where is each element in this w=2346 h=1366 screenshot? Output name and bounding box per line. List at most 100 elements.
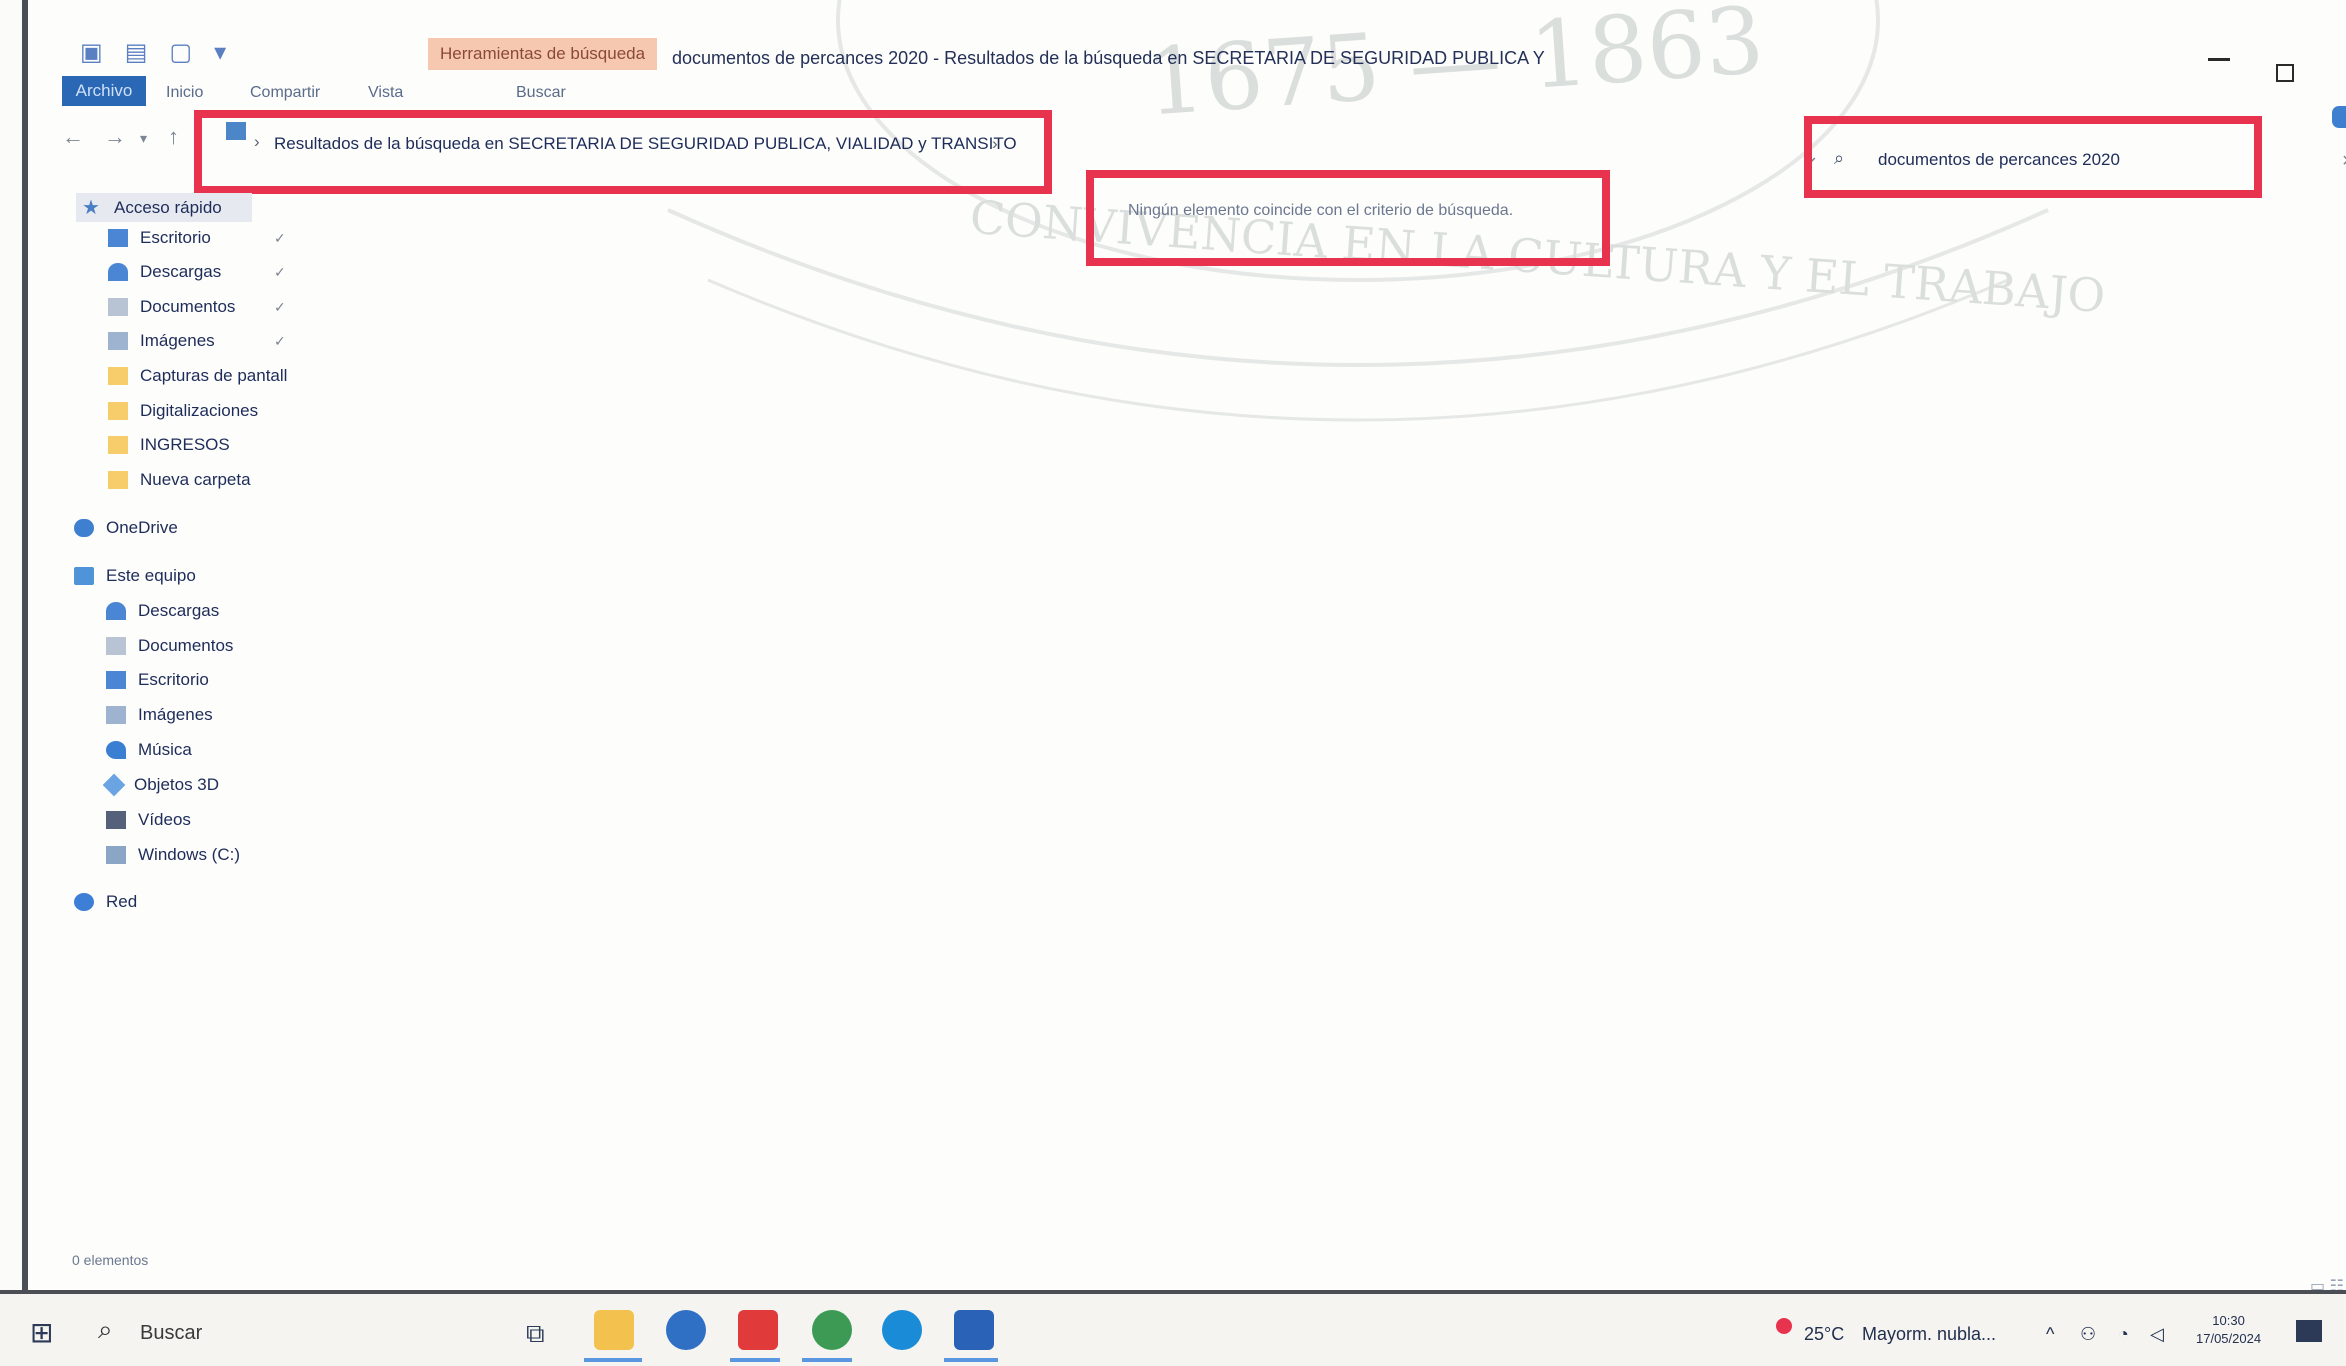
pictures-icon (106, 706, 126, 724)
taskbar-search-label[interactable]: Buscar (140, 1322, 202, 1345)
windows-start-icon[interactable]: ⊞ (30, 1316, 53, 1349)
customize-toolbar-icon[interactable]: ▾ (214, 38, 226, 67)
folder-icon (108, 367, 128, 385)
sidebar-item-pictures[interactable]: Imágenes (108, 331, 215, 351)
sidebar-item-quick-access[interactable]: ★ Acceso rápido (76, 193, 252, 222)
sidebar-item-downloads[interactable]: Descargas (108, 262, 221, 282)
sidebar-item-pc-drive-c[interactable]: Windows (C:) (106, 845, 240, 865)
sidebar-item-this-pc[interactable]: Este equipo (74, 566, 196, 586)
weather-icon[interactable] (1776, 1318, 1792, 1334)
sidebar-item-label: Imágenes (140, 331, 215, 350)
tab-file[interactable]: Archivo (62, 76, 146, 106)
sidebar-item-label: Escritorio (140, 228, 211, 247)
window-title: documentos de percances 2020 - Resultado… (672, 48, 1545, 68)
pin-icon: ✓ (274, 230, 286, 246)
breadcrumb-end-separator[interactable]: › (992, 134, 998, 154)
folder-icon (108, 436, 128, 454)
pin-icon: ✓ (274, 264, 286, 280)
sidebar-item-pc-downloads[interactable]: Descargas (106, 601, 219, 621)
tab-search[interactable]: Buscar (516, 84, 566, 102)
task-view-icon[interactable]: ⧉ (526, 1318, 545, 1350)
sidebar-item-label: Capturas de pantall (140, 366, 288, 385)
new-folder-icon[interactable]: ▢ (169, 38, 192, 67)
address-breadcrumb[interactable]: Resultados de la búsqueda en SECRETARIA … (274, 134, 1017, 154)
no-results-message: Ningún elemento coincide con el criterio… (1128, 202, 1514, 219)
people-icon[interactable]: ⚇ (2080, 1324, 2096, 1345)
objects-3d-icon (102, 773, 126, 797)
status-item-count: 0 elementos (72, 1252, 149, 1268)
star-icon: ★ (82, 197, 100, 219)
weather-temperature[interactable]: 25°C (1804, 1324, 1844, 1345)
taskbar: ⊞ ⌕ Buscar ⧉ 25°C Mayorm. nubla... ^ ⚇ ◔… (0, 1290, 2346, 1366)
sidebar-item-network[interactable]: Red (74, 892, 137, 912)
drive-icon (106, 846, 126, 864)
file-explorer-app-icon[interactable] (594, 1310, 634, 1350)
mail-app-icon[interactable] (666, 1310, 706, 1350)
network-icon (74, 893, 94, 911)
clock-date: 17/05/2024 (2196, 1331, 2262, 1346)
sidebar-item-label: Red (106, 892, 138, 911)
search-tools-context-tab[interactable]: Herramientas de búsqueda (428, 38, 658, 70)
folder-icon (108, 471, 128, 489)
recent-locations-chevron-icon[interactable]: ▾ (140, 130, 147, 147)
clear-search-icon[interactable]: × (2342, 150, 2346, 173)
active-app-indicator (944, 1358, 998, 1362)
sidebar-item-onedrive[interactable]: OneDrive (74, 518, 178, 538)
tab-view[interactable]: Vista (368, 84, 403, 102)
properties-icon[interactable]: ▤ (125, 38, 148, 67)
active-app-indicator (802, 1358, 852, 1362)
forward-arrow-icon[interactable]: → (104, 124, 126, 150)
edge-app-icon[interactable] (882, 1310, 922, 1350)
sidebar-item-label: Documentos (140, 297, 236, 316)
chrome-app-icon[interactable] (812, 1310, 852, 1350)
search-icon[interactable]: ⌕ (98, 1314, 113, 1346)
minimize-button[interactable] (2208, 58, 2230, 61)
sidebar-item-pc-videos[interactable]: Vídeos (106, 810, 191, 830)
tab-home[interactable]: Inicio (166, 84, 203, 102)
quick-access-toolbar: ▣ ▤ ▢ ▾ (80, 38, 226, 67)
folder-icon (108, 402, 128, 420)
sidebar-item-pc-desktop[interactable]: Escritorio (106, 670, 209, 690)
side-accent (2332, 106, 2346, 128)
sidebar-item-label: Windows (C:) (138, 845, 241, 864)
back-arrow-icon[interactable]: ← (62, 124, 84, 150)
sidebar-item-label: Digitalizaciones (140, 401, 259, 420)
show-hidden-icons-chevron-icon[interactable]: ^ (2046, 1324, 2054, 1345)
volume-icon[interactable]: ◁ (2150, 1324, 2164, 1345)
pin-icon: ✓ (274, 333, 286, 349)
sidebar-item-label: Objetos 3D (134, 775, 220, 794)
weather-description[interactable]: Mayorm. nubla... (1862, 1324, 1996, 1345)
wifi-icon[interactable]: ◔ (2118, 1324, 2129, 1345)
sidebar-item-scans[interactable]: Digitalizaciones (108, 401, 258, 421)
notifications-icon[interactable] (2296, 1320, 2322, 1342)
sidebar-item-new-folder[interactable]: Nueva carpeta (108, 470, 251, 490)
sidebar-item-documents[interactable]: Documentos (108, 297, 235, 317)
system-clock[interactable]: 10:30 17/05/2024 (2196, 1312, 2261, 1348)
up-arrow-icon[interactable]: ↑ (168, 124, 179, 150)
sidebar-item-screenshots[interactable]: Capturas de pantall (108, 366, 287, 386)
download-icon (106, 602, 126, 620)
sidebar-item-ingresos[interactable]: INGRESOS (108, 435, 230, 455)
clock-time: 10:30 (2212, 1313, 2245, 1328)
tab-share[interactable]: Compartir (250, 84, 320, 102)
sidebar-item-pc-pictures[interactable]: Imágenes (106, 705, 213, 725)
active-app-indicator (730, 1358, 780, 1362)
sidebar-item-pc-documents[interactable]: Documentos (106, 636, 233, 656)
word-app-icon[interactable] (954, 1310, 994, 1350)
sidebar-item-label: Imágenes (138, 705, 213, 724)
sidebar-item-label: Vídeos (138, 810, 191, 829)
sidebar-item-pc-music[interactable]: Música (106, 740, 192, 760)
search-input[interactable]: documentos de percances 2020 (1878, 150, 2120, 170)
sidebar-item-desktop[interactable]: Escritorio (108, 228, 211, 248)
desktop-icon (108, 229, 128, 247)
sidebar-item-label: Nueva carpeta (140, 470, 251, 489)
sidebar-item-label: INGRESOS (140, 435, 230, 454)
sidebar-item-label: Descargas (138, 601, 220, 620)
computer-icon (74, 567, 94, 585)
acrobat-app-icon[interactable] (738, 1310, 778, 1350)
pictures-icon (108, 332, 128, 350)
sidebar-item-pc-3d-objects[interactable]: Objetos 3D (102, 773, 220, 797)
folder-icon[interactable]: ▣ (80, 38, 103, 67)
maximize-button[interactable] (2276, 64, 2294, 82)
music-icon (106, 741, 126, 759)
